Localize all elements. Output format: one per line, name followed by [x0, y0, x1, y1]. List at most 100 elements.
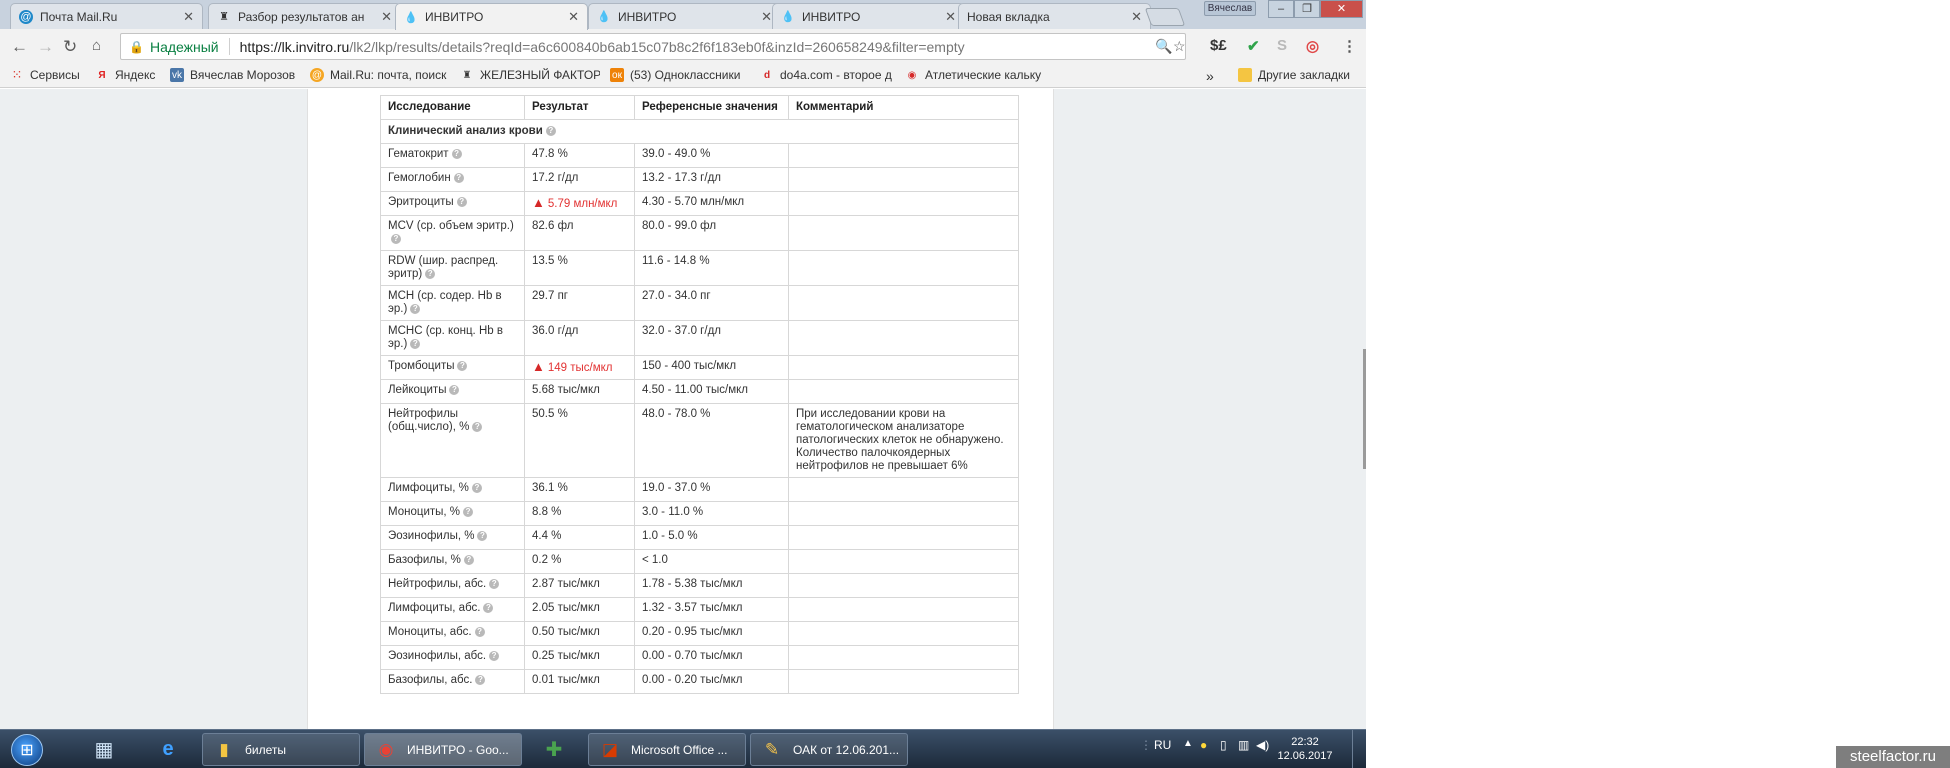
result-cell: 29.7 пг: [524, 285, 635, 321]
tab-invitro-2[interactable]: 💧 ИНВИТРО ✕: [588, 3, 781, 29]
bookmark-apps[interactable]: ⁙ Сервисы: [10, 68, 80, 82]
home-icon[interactable]: ⌂: [92, 37, 101, 54]
help-icon[interactable]: ?: [457, 360, 468, 371]
help-icon[interactable]: ?: [410, 338, 421, 349]
back-icon[interactable]: ←: [11, 37, 28, 57]
help-icon[interactable]: ?: [449, 384, 460, 395]
study-name: MCHC (ср. конц. Hb в эр.): [388, 325, 503, 350]
target-extension-icon[interactable]: ◎: [1306, 37, 1319, 55]
help-icon[interactable]: ?: [463, 554, 474, 565]
help-icon[interactable]: ?: [425, 268, 436, 279]
result-value: 5.68 тыс/мкл: [532, 384, 600, 396]
bookmark-label: Атлетические кальку: [925, 68, 1042, 82]
tab-invitro-3[interactable]: 💧 ИНВИТРО ✕: [772, 3, 965, 29]
help-icon[interactable]: ?: [456, 196, 467, 207]
help-icon[interactable]: ?: [471, 482, 482, 493]
table-row: MCHC (ср. конц. Hb в эр.)? 36.0 г/дл 32.0 …: [380, 320, 1019, 356]
tab-mailru[interactable]: @ Почта Mail.Ru ✕: [10, 3, 203, 29]
help-icon[interactable]: ?: [463, 506, 474, 517]
bookmark-odnoklassniki[interactable]: ок (53) Одноклассники: [610, 68, 740, 82]
task-chrome-invitro[interactable]: ◉ ИНВИТРО - Goo...: [364, 733, 522, 766]
restore-icon[interactable]: ❐: [1294, 0, 1320, 18]
scrollbar-thumb[interactable]: [1363, 349, 1366, 469]
help-icon[interactable]: ?: [545, 125, 556, 136]
calculator-icon[interactable]: ▦: [76, 733, 132, 766]
help-icon[interactable]: ?: [391, 233, 401, 244]
tray-app-icon[interactable]: ●: [1200, 738, 1207, 752]
bookmark-ironfactor[interactable]: ♜ ЖЕЛЕЗНЫЙ ФАКТОР: [460, 68, 600, 82]
result-value: 36.0 г/дл: [532, 325, 579, 337]
internet-explorer-icon[interactable]: e: [140, 733, 196, 766]
result-cell: 47.8 %: [524, 143, 635, 168]
volume-icon[interactable]: ◀): [1256, 738, 1269, 752]
help-icon[interactable]: ?: [477, 530, 488, 541]
tab-strip: @ Почта Mail.Ru ✕ ♜ Разбор результатов а…: [0, 0, 1366, 30]
bookmark-mailru[interactable]: @ Mail.Ru: почта, поиск: [310, 68, 450, 82]
close-window-icon[interactable]: ✕: [1320, 0, 1363, 18]
new-tab-button[interactable]: [1144, 8, 1186, 26]
close-icon[interactable]: ✕: [1131, 9, 1142, 25]
network-icon[interactable]: ▥: [1238, 738, 1249, 752]
tray-usb-icon[interactable]: ▯: [1220, 738, 1227, 752]
skype-extension-icon[interactable]: S: [1277, 37, 1287, 54]
help-icon[interactable]: ?: [489, 578, 500, 589]
system-clock[interactable]: 22:32 12.06.2017: [1275, 735, 1335, 763]
help-icon[interactable]: ?: [472, 421, 483, 432]
close-icon[interactable]: ✕: [761, 9, 772, 25]
header-result: Результат: [524, 95, 635, 120]
help-icon[interactable]: ?: [489, 650, 500, 661]
help-icon[interactable]: ?: [453, 172, 464, 183]
reference-value: 3.0 - 11.0 %: [634, 501, 789, 526]
bookmark-do4a[interactable]: d do4a.com - второе д: [760, 68, 895, 82]
table-row: Моноциты, %? 8.8 % 3.0 - 11.0 %: [380, 501, 1019, 526]
show-desktop-button[interactable]: [1352, 730, 1366, 768]
language-indicator[interactable]: RU: [1154, 738, 1171, 752]
folder-icon: ▮: [219, 739, 229, 759]
result-value: 0.25 тыс/мкл: [532, 650, 600, 662]
minimize-icon[interactable]: –: [1268, 0, 1294, 18]
media-player-icon[interactable]: ✚: [526, 733, 582, 766]
tray-expand-icon[interactable]: ▲: [1183, 738, 1193, 749]
help-icon[interactable]: ?: [451, 148, 462, 159]
forward-icon[interactable]: →: [37, 37, 54, 57]
tab-razbor[interactable]: ♜ Разбор результатов ан ✕: [208, 3, 401, 29]
study-cell: Гемоглобин?: [380, 167, 525, 192]
bookmark-yandex[interactable]: Я Яндекс: [95, 68, 155, 82]
result-value: 0.2 %: [532, 554, 562, 566]
currency-extension-icon[interactable]: $£: [1210, 37, 1227, 54]
close-icon[interactable]: ✕: [568, 9, 579, 25]
close-icon[interactable]: ✕: [381, 9, 392, 25]
other-bookmarks[interactable]: Другие закладки: [1238, 68, 1350, 82]
reference-value: 11.6 - 14.8 %: [634, 250, 789, 286]
profile-button[interactable]: Вячеслав: [1204, 1, 1256, 16]
help-icon[interactable]: ?: [483, 602, 494, 613]
help-icon[interactable]: ?: [410, 303, 421, 314]
check-extension-icon[interactable]: ✔: [1247, 37, 1260, 55]
comment-cell: [788, 549, 1019, 574]
address-bar[interactable]: 🔒 Надежный https://lk.invitro.ru /lk2/lk…: [120, 33, 1186, 60]
help-icon[interactable]: ?: [475, 674, 486, 685]
menu-icon[interactable]: ⋮: [1342, 37, 1357, 55]
start-button[interactable]: ⊞: [4, 732, 50, 767]
help-icon[interactable]: ?: [474, 626, 485, 637]
task-office[interactable]: ◪ Microsoft Office ...: [588, 733, 746, 766]
bookmark-vk[interactable]: vk Вячеслав Морозов: [170, 68, 295, 82]
zoom-icon[interactable]: 🔍: [1155, 38, 1172, 55]
table-row: Эритроциты? ▲ 5.79 млн/мкл 4.30 - 5.70 млн/…: [380, 191, 1019, 216]
reload-icon[interactable]: ↻: [63, 37, 77, 57]
table-row: Моноциты, абс.? 0.50 тыс/мкл 0.20 - 0.95 т…: [380, 621, 1019, 646]
reference-value: 19.0 - 37.0 %: [634, 477, 789, 502]
close-icon[interactable]: ✕: [945, 9, 956, 25]
barbell-icon: ♜: [462, 69, 472, 81]
bookmarks-overflow-button[interactable]: »: [1206, 68, 1214, 84]
comment-cell: [788, 573, 1019, 598]
tab-new[interactable]: Новая вкладка ✕: [958, 3, 1151, 29]
bookmark-label: Другие закладки: [1258, 68, 1350, 82]
bookmark-star-icon[interactable]: ☆: [1173, 38, 1186, 55]
tab-invitro-active[interactable]: 💧 ИНВИТРО ✕: [395, 3, 588, 30]
bookmark-calculators[interactable]: ◉ Атлетические кальку: [905, 68, 1045, 82]
table-row: Лимфоциты, абс.? 2.05 тыс/мкл 1.32 - 3.57 …: [380, 597, 1019, 622]
close-icon[interactable]: ✕: [183, 9, 194, 25]
task-paint[interactable]: ✎ ОАК от 12.06.201...: [750, 733, 908, 766]
task-tickets-folder[interactable]: ▮ билеты: [202, 733, 360, 766]
